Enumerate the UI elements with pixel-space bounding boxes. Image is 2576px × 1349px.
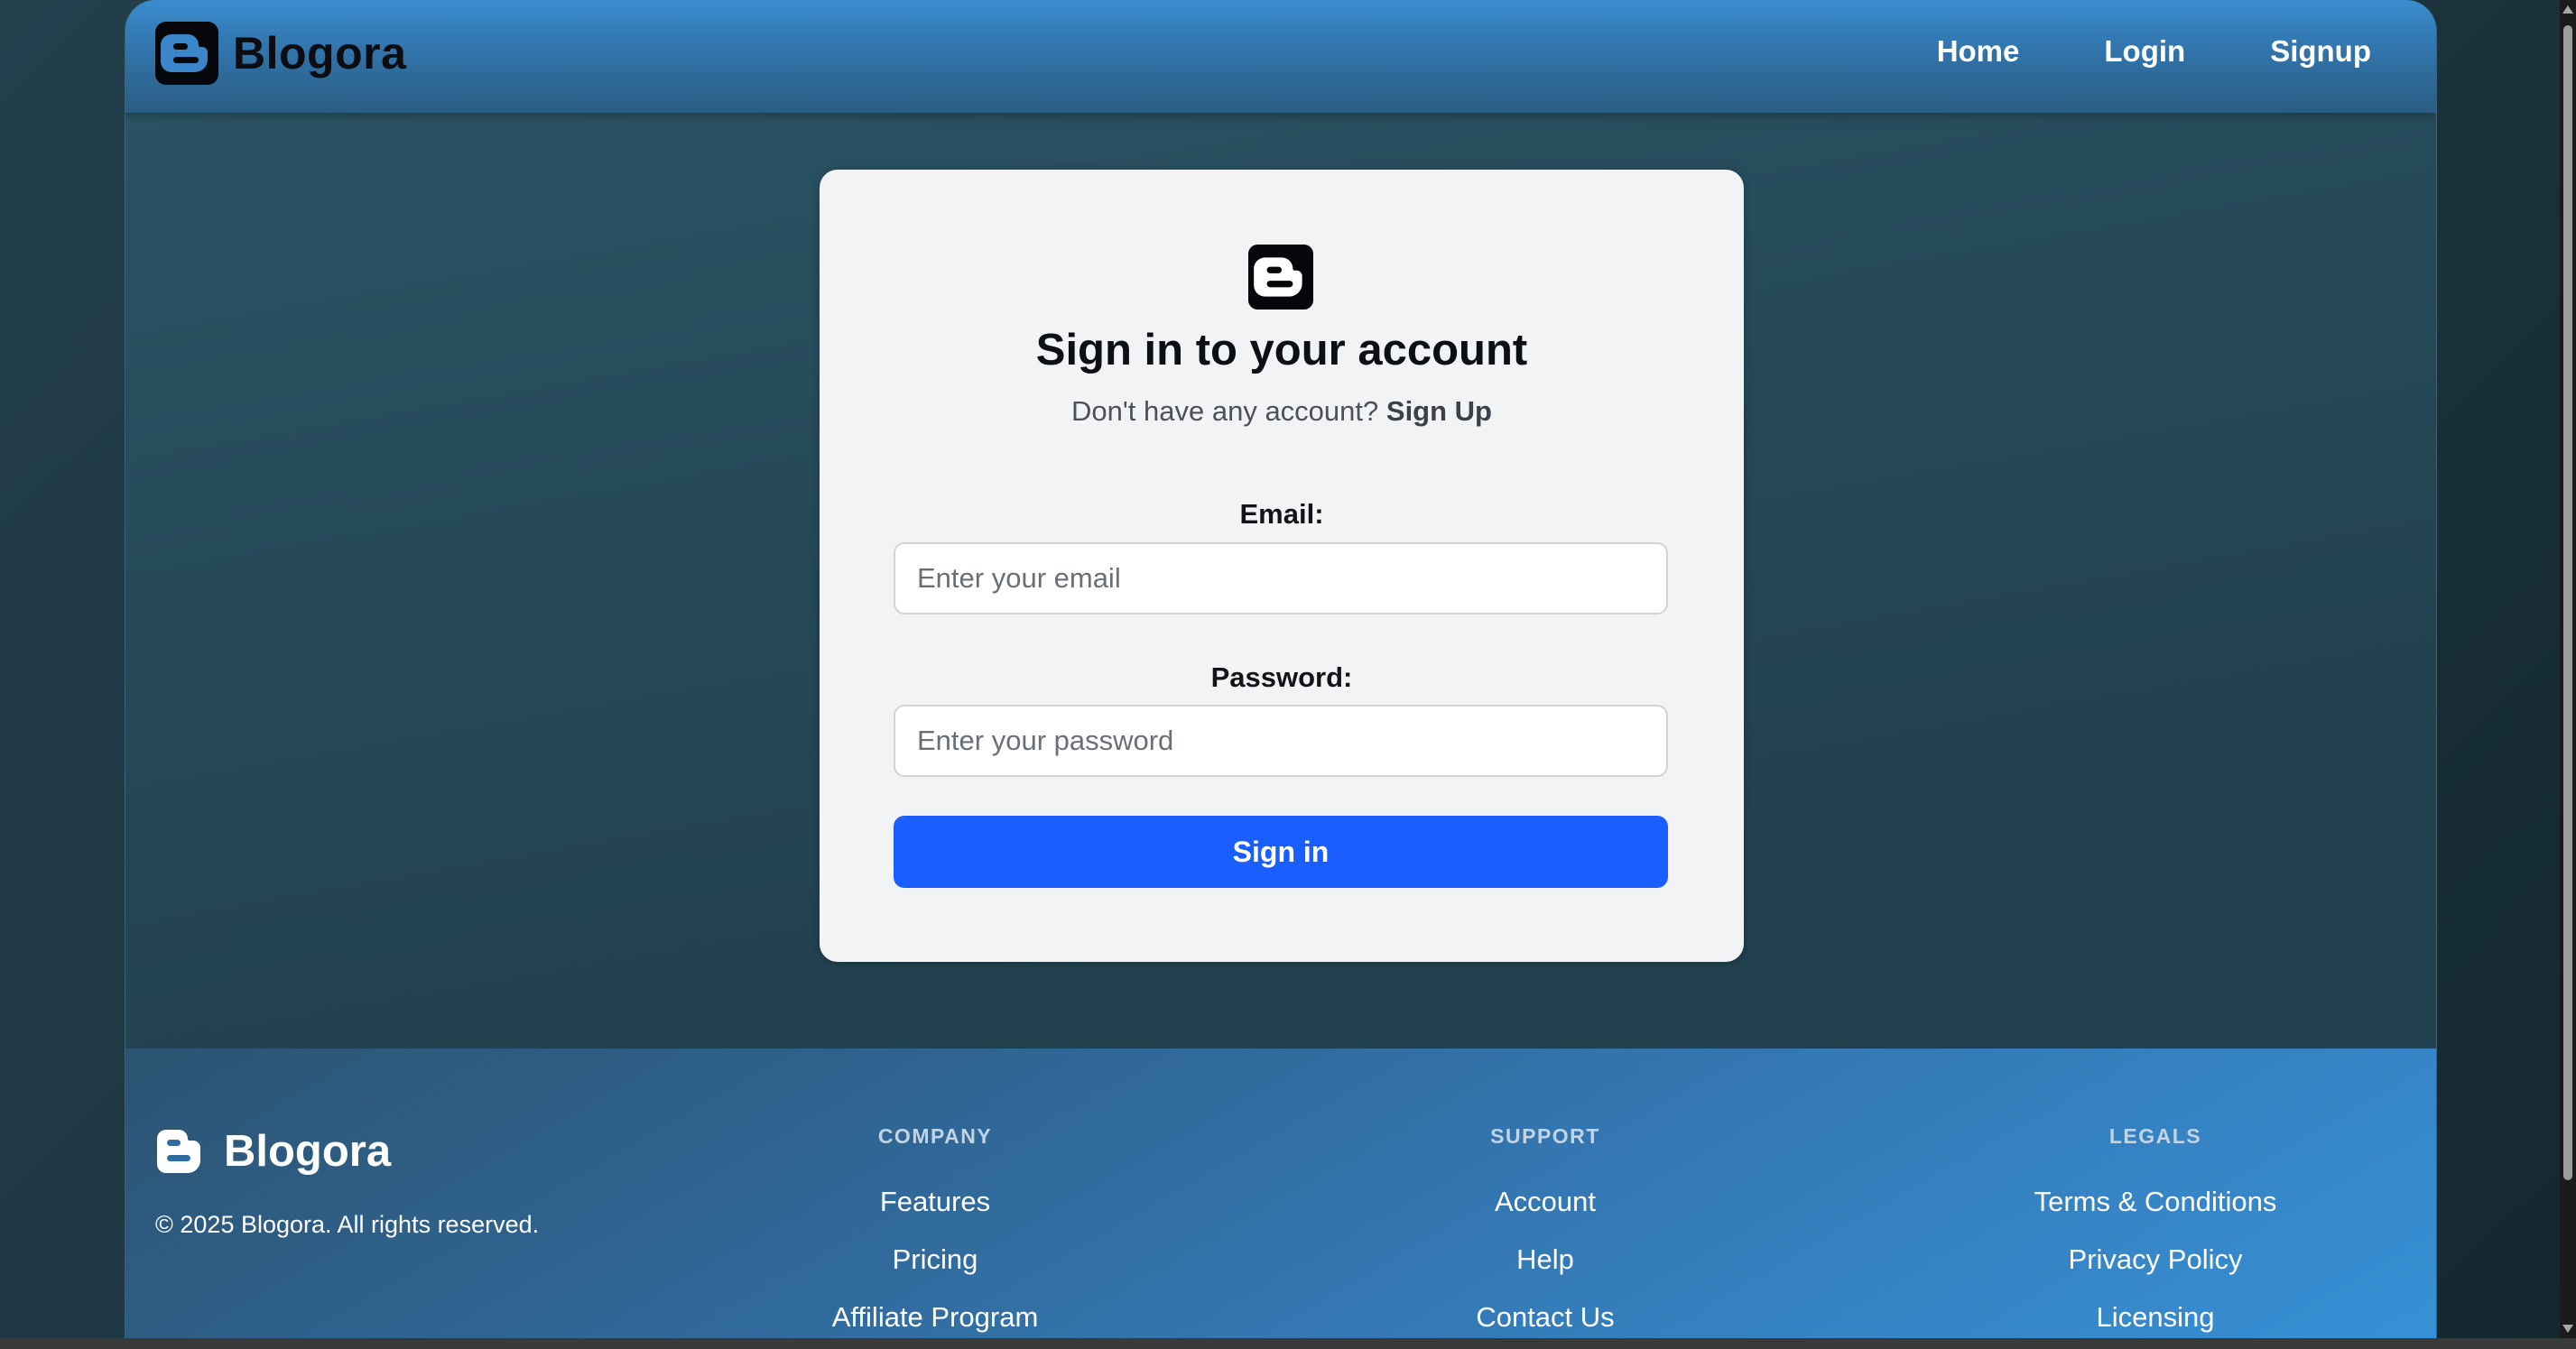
password-input[interactable] <box>894 705 1668 777</box>
window-bottom-edge <box>0 1338 2576 1349</box>
footer-column-company: COMPANY Features Pricing Affiliate Progr… <box>709 1124 1161 1332</box>
site-header: Blogora Home Login Signup <box>125 0 2436 113</box>
footer-heading-company: COMPANY <box>877 1124 993 1148</box>
blogger-icon <box>155 22 218 85</box>
login-card: Sign in to your account Don't have any a… <box>820 170 1744 962</box>
footer-link-contact-us[interactable]: Contact Us <box>1320 1303 1771 1332</box>
footer-link-licensing[interactable]: Licensing <box>1930 1303 2381 1332</box>
footer-brand[interactable]: Blogora <box>155 1126 391 1177</box>
signup-link[interactable]: Sign Up <box>1386 395 1492 427</box>
scroll-up-arrow-icon[interactable] <box>2562 5 2573 14</box>
email-label: Email: <box>1239 498 1324 530</box>
signup-prompt: Don't have any account? Sign Up <box>820 395 1744 428</box>
nav-login-link[interactable]: Login <box>2104 34 2185 69</box>
footer-link-help[interactable]: Help <box>1320 1245 1771 1274</box>
brand-name: Blogora <box>233 28 407 79</box>
page-title: Sign in to your account <box>1035 326 1528 374</box>
footer-brand-name: Blogora <box>224 1127 392 1176</box>
footer-link-privacy-policy[interactable]: Privacy Policy <box>1930 1245 2381 1274</box>
blogger-icon <box>1248 245 1313 310</box>
footer-link-account[interactable]: Account <box>1320 1187 1771 1216</box>
sign-in-button[interactable]: Sign in <box>894 816 1668 888</box>
nav-home-link[interactable]: Home <box>1937 34 2020 69</box>
scroll-thumb[interactable] <box>2563 25 2572 1180</box>
vertical-scrollbar[interactable] <box>2560 0 2576 1338</box>
scroll-down-arrow-icon[interactable] <box>2562 1325 2573 1333</box>
footer-link-features[interactable]: Features <box>709 1187 1161 1216</box>
footer-column-support: SUPPORT Account Help Contact Us <box>1320 1124 1771 1332</box>
footer-link-terms[interactable]: Terms & Conditions <box>1930 1187 2381 1216</box>
footer-link-affiliate-program[interactable]: Affiliate Program <box>709 1303 1161 1332</box>
copyright: © 2025 Blogora. All rights reserved. <box>155 1211 540 1238</box>
brand-logo-link[interactable]: Blogora <box>155 22 406 85</box>
footer-heading-legals: LEGALS <box>2108 1124 2202 1148</box>
footer-column-legals: LEGALS Terms & Conditions Privacy Policy… <box>1930 1124 2381 1332</box>
site-footer: Blogora © 2025 Blogora. All rights reser… <box>125 1049 2436 1338</box>
page-frame: Blogora Home Login Signup Sign in to you… <box>125 0 2437 1338</box>
email-input[interactable] <box>894 542 1668 614</box>
signup-prompt-text: Don't have any account? <box>1071 395 1379 427</box>
main-nav: Home Login Signup <box>1937 34 2371 69</box>
footer-link-pricing[interactable]: Pricing <box>709 1245 1161 1274</box>
blogger-icon <box>157 1130 200 1173</box>
nav-signup-link[interactable]: Signup <box>2270 34 2371 69</box>
password-label: Password: <box>1210 661 1353 693</box>
footer-heading-support: SUPPORT <box>1490 1124 1600 1148</box>
